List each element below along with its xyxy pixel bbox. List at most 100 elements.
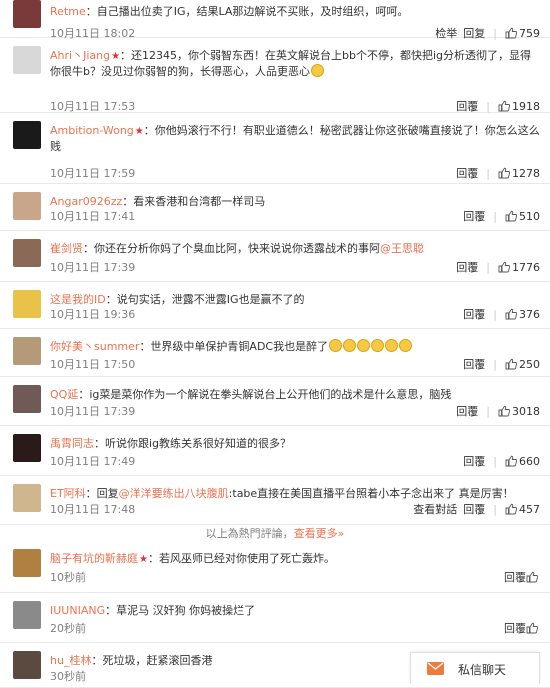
comment-action-button[interactable]: 回覆	[456, 405, 478, 418]
comment-text: 说句实话，泄露不泄露IG也是赢不了的	[116, 293, 305, 306]
comment-meta: 10秒前 回覆	[50, 569, 540, 584]
comment-body: Ambition-Wong★：你他妈滚行不行！有职业道德么！秘密武器让你这张破嘴…	[50, 123, 540, 154]
comment-meta: 10月11日 17:48 查看對話 回覆 | 457	[50, 501, 540, 516]
avatar[interactable]	[13, 434, 41, 462]
comment-username[interactable]: QQ延	[50, 388, 78, 401]
like-button[interactable]	[526, 622, 540, 635]
comment-action-button[interactable]: 回覆	[463, 358, 485, 371]
smiley-emoji-icon	[343, 339, 357, 352]
like-count: 1918	[512, 100, 540, 113]
thumbs-up-icon	[505, 455, 517, 467]
comment-time: 10月11日 17:49	[50, 455, 136, 468]
separator: ：	[105, 293, 117, 306]
divider: |	[486, 100, 490, 113]
comment-actions: 回覆 | 660	[457, 453, 540, 469]
like-button[interactable]: 3018	[498, 405, 540, 418]
comment-row: IUUNIANG：草泥马 汉奸狗 你妈被操烂了 20秒前 回覆	[0, 593, 550, 643]
like-button[interactable]: 660	[505, 455, 540, 468]
avatar[interactable]	[13, 239, 41, 267]
like-button[interactable]: 457	[505, 503, 540, 516]
hot-comments-footer: 以上為熱門評論，查看更多»	[0, 525, 550, 541]
comment-row: ET阿科：回复@洋洋要练出八块腹肌:tabe直接在美国直播平台照着小本子念出来了…	[0, 476, 550, 525]
like-button[interactable]: 250	[505, 358, 540, 371]
avatar[interactable]	[13, 651, 41, 679]
comment-username[interactable]: 这是我的ID	[50, 293, 106, 306]
comment-meta: 10月11日 17:41 回覆 | 510	[50, 208, 540, 223]
comment-username[interactable]: 禹霄同志	[50, 437, 94, 450]
comment-actions: 回覆 | 1776	[450, 259, 540, 275]
view-more-link[interactable]: 查看更多»	[294, 527, 345, 540]
mention-link[interactable]: @洋洋要练出八块腹肌	[119, 487, 229, 500]
like-button[interactable]: 376	[505, 308, 540, 321]
comment-action-button[interactable]: 回覆	[463, 455, 485, 468]
like-button[interactable]: 1918	[498, 100, 540, 113]
avatar[interactable]	[13, 46, 41, 74]
comment-time: 10月11日 17:39	[50, 261, 136, 274]
comment-meta: 10月11日 17:53 回覆 | 1918	[50, 98, 540, 113]
comment-username[interactable]: Ambition-Wong	[50, 124, 134, 137]
comment-username[interactable]: Retme	[50, 5, 86, 18]
comment-text: 草泥马 汉奸狗 你妈被操烂了	[116, 604, 256, 617]
avatar[interactable]	[13, 549, 41, 577]
private-chat-label: 私信聊天	[458, 663, 507, 677]
comment-action-button[interactable]: 回覆	[504, 571, 526, 584]
comment-body: 禹霄同志：听说你跟ig教练关系很好知道的很多？	[50, 436, 540, 451]
like-button[interactable]: 1776	[498, 261, 540, 274]
comment-action-button[interactable]: 回覆	[463, 210, 485, 223]
comment-row: 你好美丶summer：世界级中单保护青铜ADC我也是醉了 10月11日 17:50…	[0, 329, 550, 377]
thumbs-up-icon	[498, 405, 510, 417]
comment-action-button[interactable]: 回覆	[456, 100, 478, 113]
comment-time: 10月11日 17:41	[50, 210, 136, 223]
comment-action-button[interactable]: 回覆	[456, 261, 478, 274]
like-count: 510	[519, 210, 540, 223]
comment-username[interactable]: hu_桂林	[50, 654, 91, 667]
avatar[interactable]	[13, 484, 41, 512]
comment-body: 你好美丶summer：世界级中单保护青铜ADC我也是醉了	[50, 339, 540, 354]
avatar[interactable]	[13, 337, 41, 365]
comment-username[interactable]: 你好美丶summer	[50, 340, 139, 353]
comment-action-button[interactable]: 回覆	[463, 308, 485, 321]
like-button[interactable]: 510	[505, 210, 540, 223]
separator: ：	[120, 49, 132, 62]
avatar[interactable]	[13, 601, 41, 629]
comment-time: 10月11日 19:36	[50, 308, 136, 321]
comment-username[interactable]: 崔剑贤	[50, 242, 83, 255]
comment-username[interactable]: ET阿科	[50, 487, 86, 500]
divider: |	[486, 405, 490, 418]
smiley-emoji-icon	[371, 339, 385, 352]
mention-link[interactable]: @王思聪	[380, 242, 424, 255]
comment-body: Retme：自己播出位卖了IG，结果LA那边解说不买账，及时组织，呵呵。	[50, 4, 540, 19]
comment-text: 自己播出位卖了IG，结果LA那边解说不买账，及时组织，呵呵。	[96, 5, 409, 18]
comment-username[interactable]: Angar0926zz	[50, 195, 122, 208]
comment-actions: 回覆 | 250	[457, 356, 540, 372]
like-button[interactable]	[526, 571, 540, 584]
like-button[interactable]: 1278	[498, 167, 540, 180]
private-chat-button[interactable]: 私信聊天	[410, 652, 540, 684]
thumbs-up-icon	[505, 358, 517, 370]
like-count: 1776	[512, 261, 540, 274]
comment-time: 20秒前	[50, 622, 86, 635]
comment-action-button[interactable]: 回覆	[463, 503, 485, 516]
comment-row: Retme：自己播出位卖了IG，结果LA那边解说不买账，及时组织，呵呵。 10月1…	[0, 0, 550, 40]
avatar[interactable]	[13, 121, 41, 149]
comment-username[interactable]: 脑子有坑的靳赫庭	[50, 552, 138, 565]
comment-action-button[interactable]: 回覆	[456, 167, 478, 180]
like-count: 250	[519, 358, 540, 371]
comment-text: 死垃圾，赶紧滚回香港	[102, 654, 213, 667]
avatar[interactable]	[13, 0, 41, 28]
vip-star-icon: ★	[111, 51, 121, 62]
comment-body: ET阿科：回复@洋洋要练出八块腹肌:tabe直接在美国直播平台照着小本子念出来了…	[50, 486, 540, 501]
comment-body: 崔剑贤：你还在分析你妈了个臭血比阿，快来说说你透露战术的事阿@王思聪	[50, 241, 540, 256]
smiley-emoji-icon	[310, 64, 324, 77]
avatar[interactable]	[13, 290, 41, 318]
avatar[interactable]	[13, 385, 41, 413]
comment-username[interactable]: Ahri丶Jiang	[50, 49, 110, 62]
comment-action-button[interactable]: 回覆	[504, 622, 526, 635]
avatar[interactable]	[13, 192, 41, 220]
comment-time: 10月11日 17:39	[50, 405, 136, 418]
comment-username[interactable]: IUUNIANG	[50, 604, 105, 617]
comment-text: :tabe直接在美国直播平台照着小本子念出来了 真是厉害！	[228, 487, 514, 500]
envelope-icon	[427, 662, 444, 675]
comment-action-button[interactable]: 查看對話	[413, 503, 457, 516]
comment-meta: 10月11日 17:39 回覆 | 1776	[50, 259, 540, 275]
